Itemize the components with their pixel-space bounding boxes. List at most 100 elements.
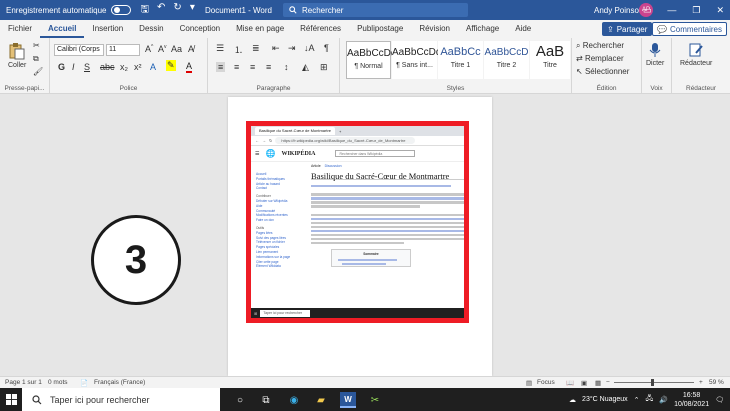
font-group: Calibri (Corps 11 A^ Av Aa A̸ G I S abc … — [50, 38, 208, 94]
bullets-icon[interactable]: ☰ — [216, 43, 224, 54]
search-box[interactable]: Rechercher — [283, 3, 468, 17]
autosave[interactable]: Enregistrement automatique — [6, 5, 131, 15]
tab-aide[interactable]: Aide — [507, 20, 539, 38]
zoom-in-icon[interactable]: + — [699, 379, 703, 386]
borders-icon[interactable]: ⊞ — [320, 62, 328, 73]
cut-icon[interactable]: ✂ — [33, 41, 40, 50]
change-case-icon[interactable]: Aa — [171, 44, 182, 54]
notifications-icon[interactable]: 🗨 — [715, 396, 724, 404]
clock[interactable]: 16:58 10/08/2021 — [674, 391, 709, 409]
weather[interactable]: 23°C Nuageux — [582, 396, 628, 403]
weather-icon[interactable]: ☁ — [569, 396, 576, 404]
format-painter-icon[interactable]: 🖌 — [33, 67, 43, 76]
style-title[interactable]: AaB Titre — [530, 41, 570, 79]
style-name: Titre 1 — [450, 62, 471, 69]
zoom-thumb[interactable] — [651, 379, 654, 386]
tab-revision[interactable]: Révision — [411, 20, 458, 38]
tab-fichier[interactable]: Fichier — [0, 20, 40, 38]
tab-publipostage[interactable]: Publipostage — [349, 20, 411, 38]
close-icon[interactable]: ✕ — [716, 5, 724, 16]
share-button[interactable]: ⇪ Partager — [602, 22, 653, 36]
web-layout-icon[interactable]: ▦ — [595, 379, 601, 387]
zoom-out-icon[interactable]: − — [606, 379, 610, 386]
bold-icon[interactable]: G — [58, 62, 65, 72]
multilevel-list-icon[interactable]: ≣ — [252, 43, 260, 54]
tab-affichage[interactable]: Affichage — [458, 20, 507, 38]
subscript-icon[interactable]: x₂ — [120, 62, 128, 72]
print-layout-icon[interactable]: ▣ — [581, 379, 587, 387]
underline-icon[interactable]: S — [84, 62, 90, 72]
copy-icon[interactable]: ⧉ — [33, 54, 39, 64]
align-right-icon[interactable]: ≡ — [250, 62, 255, 72]
tab-insertion[interactable]: Insertion — [84, 20, 131, 38]
proofing-icon[interactable]: 📄 — [80, 379, 88, 387]
volume-icon[interactable]: 🔊 — [659, 396, 668, 404]
font-name-select[interactable]: Calibri (Corps — [54, 44, 104, 56]
decrease-indent-icon[interactable]: ⇤ — [272, 43, 280, 54]
tab-conception[interactable]: Conception — [172, 20, 228, 38]
font-size-select[interactable]: 11 — [106, 44, 140, 56]
increase-indent-icon[interactable]: ⇥ — [288, 43, 296, 54]
save-icon[interactable]: 🖫 — [141, 2, 150, 19]
font-color-icon[interactable]: A — [186, 62, 193, 73]
pilcrow-icon[interactable]: ¶ — [324, 43, 329, 53]
shrink-font-icon[interactable]: Av — [158, 44, 167, 54]
word-count[interactable]: 0 mots — [48, 379, 68, 386]
style-heading-2[interactable]: AaBbCcD Titre 2 — [484, 41, 529, 79]
edge-icon[interactable]: ◉ — [286, 392, 302, 408]
inserted-screenshot[interactable]: Basilique du Sacré-Cœur de Montmartre + … — [246, 121, 469, 323]
minimize-icon[interactable]: — — [667, 5, 676, 15]
network-icon[interactable]: 🖧 — [646, 394, 654, 405]
language[interactable]: Français (France) — [94, 379, 145, 386]
snipping-tool-icon[interactable]: ✂ — [367, 392, 383, 408]
focus-mode[interactable]: Focus — [537, 379, 555, 386]
text-effects-icon[interactable]: A — [150, 62, 156, 72]
italic-icon[interactable]: I — [72, 62, 75, 72]
taskbar-search[interactable]: Taper ici pour rechercher — [22, 388, 220, 411]
editor-button[interactable]: Rédacteur — [680, 42, 712, 67]
tab-dessin[interactable]: Dessin — [131, 20, 171, 38]
align-center-icon[interactable]: ≡ — [234, 62, 239, 72]
autosave-toggle[interactable] — [110, 5, 131, 15]
tray-expand-icon[interactable]: ⌃ — [634, 396, 640, 404]
replace-button[interactable]: ⇄ Remplacer — [576, 54, 624, 63]
strikethrough-icon[interactable]: abc — [100, 62, 115, 72]
read-mode-icon[interactable]: 📖 — [566, 379, 574, 387]
highlight-icon[interactable]: ✎ — [166, 60, 176, 71]
style-heading-1[interactable]: AaBbCc Titre 1 — [438, 41, 483, 79]
paste-button[interactable]: Coller — [8, 42, 26, 69]
find-button[interactable]: ⌕ Rechercher — [576, 41, 624, 51]
page-count[interactable]: Page 1 sur 1 — [5, 379, 42, 386]
numbering-icon[interactable]: ⒈ — [234, 43, 243, 56]
task-view-icon[interactable]: ⧉ — [258, 392, 274, 408]
comments-button[interactable]: 💬 Commentaires — [652, 22, 727, 36]
tab-mise-en-page[interactable]: Mise en page — [228, 20, 292, 38]
word-taskbar-icon[interactable]: W — [340, 392, 356, 408]
select-button[interactable]: ↖ Sélectionner — [576, 67, 629, 76]
customize-icon[interactable]: ▾ — [190, 2, 195, 19]
justify-icon[interactable]: ≡ — [266, 62, 271, 72]
focus-icon[interactable]: ▤ — [526, 379, 532, 387]
tab-references[interactable]: Références — [292, 20, 349, 38]
cortana-icon[interactable]: ○ — [232, 392, 248, 408]
zoom-slider[interactable] — [614, 382, 694, 383]
start-button[interactable] — [0, 394, 22, 405]
undo-icon[interactable]: ↶ — [157, 2, 165, 19]
maximize-icon[interactable]: ❐ — [692, 5, 700, 16]
superscript-icon[interactable]: x² — [134, 62, 142, 72]
align-left-icon[interactable]: ≡ — [216, 62, 226, 72]
line-spacing-icon[interactable]: ↕ — [284, 62, 289, 72]
zoom-level[interactable]: 59 % — [709, 379, 724, 386]
style-no-spacing[interactable]: AaBbCcDd ¶ Sans int... — [392, 41, 441, 79]
redo-icon[interactable]: ↻ — [173, 2, 181, 19]
file-explorer-icon[interactable]: ▰ — [313, 392, 329, 408]
number-circle[interactable]: 3 — [91, 215, 181, 305]
style-normal[interactable]: AaBbCcDd ¶ Normal — [346, 41, 396, 79]
ribbon-display-icon[interactable]: ▭ — [643, 5, 652, 16]
sort-icon[interactable]: ↓A — [304, 43, 315, 53]
dictate-button[interactable]: Dicter — [646, 42, 664, 67]
shading-icon[interactable]: ◭ — [302, 62, 309, 73]
clear-format-icon[interactable]: A̸ — [188, 44, 194, 54]
grow-font-icon[interactable]: A^ — [145, 44, 153, 54]
tab-accueil[interactable]: Accueil — [40, 20, 85, 38]
